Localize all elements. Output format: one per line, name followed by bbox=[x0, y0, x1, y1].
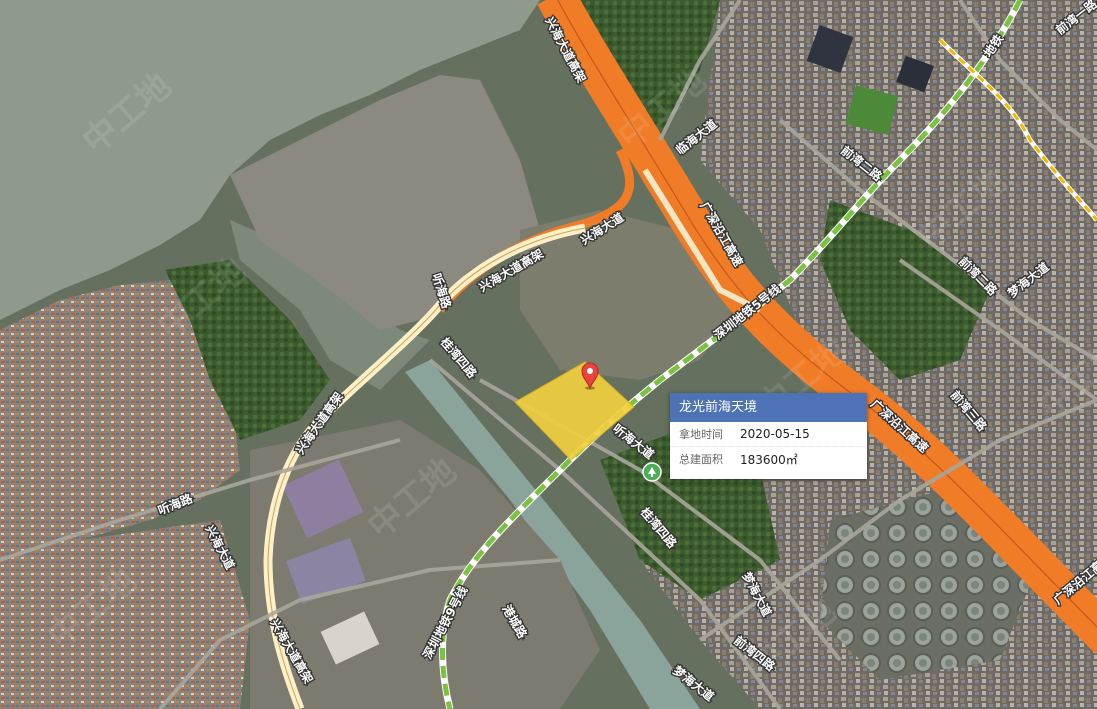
popup-row-floor-area: 总建面积 183600㎡ bbox=[670, 447, 867, 471]
map-canvas[interactable]: 中工地 中工地 中工地 中工地 中工地 中工地 中工地 中工地 中工地 兴海大道… bbox=[0, 0, 1097, 709]
popup-label: 总建面积 bbox=[679, 453, 723, 466]
popup-label: 拿地时间 bbox=[679, 428, 723, 441]
popup-value: 183600㎡ bbox=[740, 452, 798, 467]
popup-title: 龙光前海天境 bbox=[670, 393, 867, 422]
satellite-map[interactable]: 中工地 中工地 中工地 中工地 中工地 中工地 中工地 中工地 中工地 兴海大道… bbox=[0, 0, 1097, 709]
popup-value: 2020-05-15 bbox=[740, 427, 810, 441]
popup-row-acquire-date: 拿地时间 2020-05-15 bbox=[670, 422, 867, 447]
park-marker-icon[interactable] bbox=[642, 462, 662, 482]
info-popup[interactable]: 龙光前海天境 拿地时间 2020-05-15 总建面积 183600㎡ bbox=[670, 393, 867, 479]
